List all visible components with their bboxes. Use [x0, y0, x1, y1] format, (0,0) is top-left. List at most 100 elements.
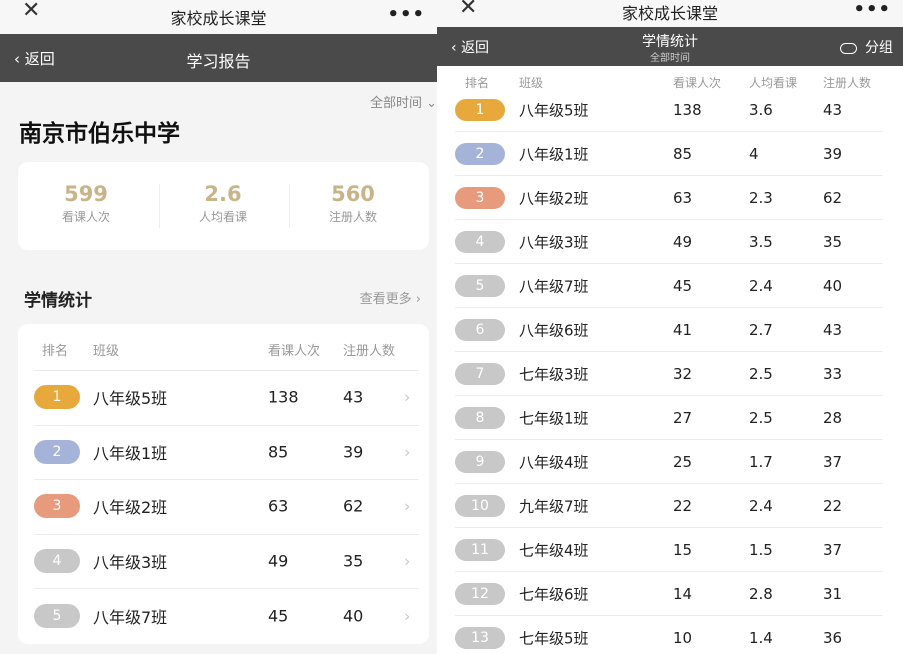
table-row[interactable]: 4 八年级3班 49 35 › — [18, 534, 429, 589]
more-options-icon[interactable]: ••• — [853, 0, 891, 20]
rank-badge: 10 — [455, 495, 505, 517]
more-options-icon[interactable]: ••• — [387, 4, 425, 25]
views-count: 10 — [673, 629, 693, 647]
table-row[interactable]: 11 七年级4班 15 1.5 37 — [437, 528, 903, 572]
header-class: 班级 — [93, 344, 120, 359]
class-name: 八年级1班 — [93, 443, 168, 463]
class-name: 八年级2班 — [93, 498, 168, 518]
class-name: 九年级7班 — [519, 497, 589, 516]
time-filter-label: 全部时间 — [369, 96, 422, 111]
registered-count: 43 — [823, 321, 843, 339]
table-row[interactable]: 1 八年级5班 138 3.6 43 — [437, 88, 903, 132]
table-row[interactable]: 2 八年级1班 85 4 39 — [437, 132, 903, 176]
rank-badge: 13 — [455, 627, 505, 649]
table-row[interactable]: 5 八年级7班 45 40 › — [18, 588, 429, 643]
ranking-table: 排名 班级 看课人次 注册人数 1 八年级5班 138 43 › 2 八年级1班 85 39 › 3… — [18, 324, 429, 644]
table-row[interactable]: 1 八年级5班 138 43 › — [18, 370, 429, 425]
stat-avg-value: 2.6 — [204, 182, 242, 206]
chevron-right-icon: › — [415, 292, 421, 307]
rank-badge: 1 — [455, 99, 505, 121]
avg-views: 1.5 — [749, 541, 773, 559]
registered-count: 39 — [823, 145, 843, 163]
registered-count: 40 — [823, 277, 843, 295]
rank-badge: 8 — [455, 407, 505, 429]
table-row[interactable]: 3 八年级2班 63 62 › — [18, 479, 429, 534]
chevron-right-icon: › — [404, 606, 411, 626]
class-name: 七年级3班 — [519, 365, 589, 384]
class-name: 八年级5班 — [93, 389, 168, 409]
table-row[interactable]: 5 八年级7班 45 2.4 40 — [437, 264, 903, 308]
class-name: 八年级3班 — [519, 233, 589, 252]
rank-badge: 4 — [455, 231, 505, 253]
table-row[interactable]: 6 八年级6班 41 2.7 43 — [437, 308, 903, 352]
rank-badge: 4 — [34, 549, 80, 574]
nav-bar: ‹ 返回 学情统计 全部时间 分组 — [437, 27, 903, 66]
chevron-right-icon: › — [404, 551, 411, 571]
header-rank: 排名 — [42, 344, 69, 359]
stat-avg-label: 人均看课 — [198, 210, 247, 224]
rank-badge: 1 — [34, 385, 80, 410]
page-title: 学情统计 — [642, 34, 698, 50]
class-name: 七年级1班 — [519, 409, 589, 428]
table-row[interactable]: 4 八年级3班 49 3.5 35 — [437, 220, 903, 264]
class-name: 八年级1班 — [519, 145, 589, 164]
class-statistics-screen: ✕ 家校成长课堂 ••• ‹ 返回 学情统计 全部时间 分组 排名 班级 看课人… — [437, 0, 903, 654]
views-count: 25 — [673, 453, 693, 471]
chevron-right-icon: › — [404, 442, 411, 462]
class-name: 八年级5班 — [519, 101, 589, 120]
views-count: 85 — [673, 145, 693, 163]
table-row[interactable]: 3 八年级2班 63 2.3 62 — [437, 176, 903, 220]
group-toggle[interactable]: 分组 — [839, 37, 893, 57]
rank-badge: 12 — [455, 583, 505, 605]
class-name: 七年级4班 — [519, 541, 589, 560]
header-views: 看课人次 — [268, 344, 321, 359]
school-name: 南京市伯乐中学 — [19, 121, 180, 147]
avg-views: 2.7 — [749, 321, 773, 339]
avg-views: 3.5 — [749, 233, 773, 251]
table-row[interactable]: 10 九年级7班 22 2.4 22 — [437, 484, 903, 528]
class-name: 八年级4班 — [519, 453, 589, 472]
registered-count: 31 — [823, 585, 843, 603]
rank-badge: 5 — [34, 603, 80, 628]
table-row[interactable]: 12 七年级6班 14 2.8 31 — [437, 572, 903, 616]
chevron-right-icon: › — [404, 387, 411, 407]
registered-count: 28 — [823, 409, 843, 427]
rank-badge: 2 — [34, 439, 80, 464]
rank-badge: 2 — [455, 143, 505, 165]
views-count: 27 — [673, 409, 693, 427]
stat-views: 599 看课人次 — [18, 162, 154, 225]
table-row[interactable]: 8 七年级1班 27 2.5 28 — [437, 396, 903, 440]
table-row[interactable]: 7 七年级3班 32 2.5 33 — [437, 352, 903, 396]
rank-badge: 11 — [455, 539, 505, 561]
rank-badge: 3 — [455, 187, 505, 209]
registered-count: 62 — [823, 189, 843, 207]
class-name: 八年级6班 — [519, 321, 589, 340]
avg-views: 2.8 — [749, 585, 773, 603]
summary-card: 599 看课人次 2.6 人均看课 560 注册人数 — [18, 162, 429, 250]
table-row[interactable]: 13 七年级5班 10 1.4 36 — [437, 616, 903, 654]
table-row[interactable]: 2 八年级1班 85 39 › — [18, 425, 429, 480]
avg-views: 1.7 — [749, 453, 773, 471]
avg-views: 3.6 — [749, 101, 773, 119]
learning-report-screen: ✕ 家校成长课堂 ••• ‹ 返回 学习报告 全部时间 ⌄ 南京市伯乐中学 59… — [0, 0, 437, 654]
registered-count: 43 — [343, 387, 364, 407]
views-count: 15 — [673, 541, 693, 559]
registered-count: 62 — [343, 496, 364, 516]
registered-count: 35 — [823, 233, 843, 251]
views-count: 45 — [268, 606, 289, 626]
app-title-bar: ✕ 家校成长课堂 ••• — [437, 0, 903, 27]
header-registered: 注册人数 — [343, 344, 396, 359]
views-count: 138 — [673, 101, 702, 119]
registered-count: 33 — [823, 365, 843, 383]
table-row[interactable]: 9 八年级4班 25 1.7 37 — [437, 440, 903, 484]
avg-views: 2.5 — [749, 409, 773, 427]
time-filter-dropdown[interactable]: 全部时间 ⌄ — [370, 92, 437, 111]
views-count: 85 — [268, 442, 289, 462]
avg-views: 4 — [749, 145, 759, 163]
app-title-bar: ✕ 家校成长课堂 ••• — [0, 0, 437, 34]
section-title: 学情统计 — [24, 291, 92, 311]
see-more-link[interactable]: 查看更多 › — [360, 288, 421, 307]
registered-count: 36 — [823, 629, 843, 647]
avg-views: 2.4 — [749, 497, 773, 515]
stat-registered: 560 注册人数 — [285, 162, 421, 225]
